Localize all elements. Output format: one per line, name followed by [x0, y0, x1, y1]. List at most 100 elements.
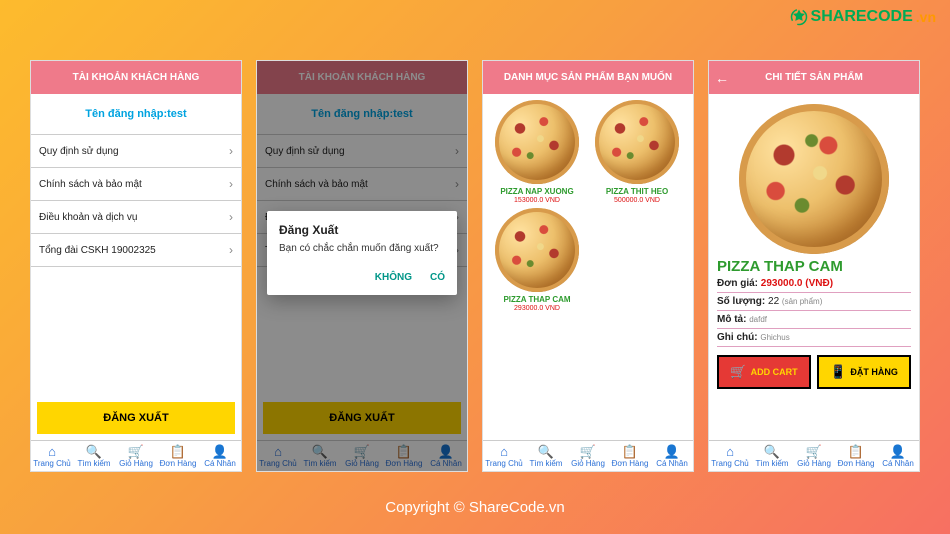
header-title: TÀI KHOẢN KHÁCH HÀNG	[31, 61, 241, 94]
orders-icon: 📋	[170, 445, 186, 458]
product-price: 293000.0 VND	[489, 305, 585, 312]
nav-label: Cá Nhân	[204, 459, 236, 468]
home-icon: ⌂	[500, 445, 508, 458]
qty-label: Số lượng:	[717, 296, 765, 307]
nav-label: Đơn Hàng	[838, 459, 875, 468]
nav-orders[interactable]: 📋Đơn Hàng	[609, 441, 651, 471]
nav-search[interactable]: 🔍Tìm kiếm	[73, 441, 115, 471]
nav-label: Giỏ Hàng	[119, 459, 153, 468]
screen-account: TÀI KHOẢN KHÁCH HÀNG Tên đăng nhập:test …	[30, 60, 242, 472]
nav-profile[interactable]: 👤Cá Nhân	[877, 441, 919, 471]
product-image	[495, 208, 579, 292]
screen-account-dialog: TÀI KHOẢN KHÁCH HÀNG Tên đăng nhập:test …	[256, 60, 468, 472]
price-line: Đơn giá: 293000.0 (VNĐ)	[717, 275, 911, 293]
menu-item-label: Quy định sử dụng	[39, 146, 119, 157]
nav-cart[interactable]: 🛒Giỏ Hàng	[793, 441, 835, 471]
price-value: 293000.0	[761, 278, 803, 289]
nav-label: Giỏ Hàng	[571, 459, 605, 468]
nav-label: Trang Chủ	[33, 459, 71, 468]
menu-item-label: Tổng đài CSKH 19002325	[39, 245, 156, 256]
menu-item-label: Chính sách và bảo mật	[39, 179, 142, 190]
logout-dialog: Đăng Xuất Bạn có chắc chắn muốn đăng xuấ…	[267, 211, 457, 295]
profile-icon: 👤	[212, 445, 228, 458]
screen-detail: ← CHI TIẾT SẢN PHẨM PIZZA THAP CAM Đơn g…	[708, 60, 920, 472]
menu-item-label: Điều khoản và dịch vụ	[39, 212, 137, 223]
product-name: PIZZA THAP CAM	[717, 258, 911, 275]
product-image	[495, 100, 579, 184]
desc-line: Mô tả: dafdf	[717, 311, 911, 329]
nav-orders[interactable]: 📋Đơn Hàng	[835, 441, 877, 471]
logout-button[interactable]: ĐĂNG XUẤT	[37, 402, 235, 434]
chevron-right-icon: ›	[229, 144, 233, 158]
profile-icon: 👤	[664, 445, 680, 458]
nav-label: Tìm kiếm	[78, 459, 111, 468]
cart-icon: 🛒	[580, 445, 596, 458]
nav-label: Đơn Hàng	[160, 459, 197, 468]
header-title: DANH MỤC SẢN PHẨM BẠN MUỐN	[483, 61, 693, 94]
nav-home[interactable]: ⌂Trang Chủ	[709, 441, 751, 471]
home-icon: ⌂	[48, 445, 56, 458]
header-title: ← CHI TIẾT SẢN PHẨM	[709, 61, 919, 94]
product-price: 153000.0 VND	[489, 197, 585, 204]
nav-label: Đơn Hàng	[612, 459, 649, 468]
bottom-nav: ⌂Trang Chủ 🔍Tìm kiếm 🛒Giỏ Hàng 📋Đơn Hàng…	[709, 440, 919, 471]
header-text: CHI TIẾT SẢN PHẨM	[765, 72, 863, 83]
chevron-right-icon: ›	[229, 210, 233, 224]
price-label: Đơn giá:	[717, 278, 758, 289]
dialog-title: Đăng Xuất	[279, 223, 445, 237]
nav-home[interactable]: ⌂Trang Chủ	[483, 441, 525, 471]
menu-item-tos[interactable]: Điều khoản và dịch vụ ›	[31, 201, 241, 234]
order-button[interactable]: 📱 ĐẶT HÀNG	[817, 355, 911, 389]
brand-name: SHARECODE	[811, 8, 913, 26]
add-cart-button[interactable]: 🛒 ADD CART	[717, 355, 811, 389]
search-icon: 🔍	[764, 445, 780, 458]
product-card[interactable]: PIZZA NAP XUONG 153000.0 VND	[489, 100, 585, 204]
product-name: PIZZA THIT HEO	[589, 187, 685, 196]
nav-label: Tìm kiếm	[756, 459, 789, 468]
desc-value: dafdf	[749, 315, 767, 324]
logo-icon	[790, 8, 808, 26]
nav-label: Trang Chủ	[711, 459, 749, 468]
nav-search[interactable]: 🔍Tìm kiếm	[751, 441, 793, 471]
note-value: Ghichus	[760, 333, 789, 342]
product-card[interactable]: PIZZA THAP CAM 293000.0 VND	[489, 208, 585, 312]
product-image-large	[739, 104, 889, 254]
qty-line: Số lượng: 22 (sản phẩm)	[717, 293, 911, 311]
nav-cart[interactable]: 🛒Giỏ Hàng	[115, 441, 157, 471]
button-label: ADD CART	[751, 367, 798, 377]
back-icon[interactable]: ←	[715, 70, 729, 86]
nav-label: Trang Chủ	[485, 459, 523, 468]
copyright: Copyright © ShareCode.vn	[0, 499, 950, 516]
product-image	[595, 100, 679, 184]
dialog-no-button[interactable]: KHÔNG	[375, 272, 412, 283]
nav-label: Giỏ Hàng	[797, 459, 831, 468]
product-price: 500000.0 VND	[589, 197, 685, 204]
button-label: ĐẶT HÀNG	[850, 367, 898, 377]
desc-label: Mô tả:	[717, 314, 746, 325]
menu-item-hotline[interactable]: Tổng đài CSKH 19002325 ›	[31, 234, 241, 267]
nav-search[interactable]: 🔍Tìm kiếm	[525, 441, 567, 471]
nav-orders[interactable]: 📋Đơn Hàng	[157, 441, 199, 471]
cart-icon: 🛒	[806, 445, 822, 458]
username-line: Tên đăng nhập:test	[31, 94, 241, 134]
product-card[interactable]: PIZZA THIT HEO 500000.0 VND	[589, 100, 685, 204]
profile-icon: 👤	[890, 445, 906, 458]
note-label: Ghi chú:	[717, 332, 758, 343]
product-name: PIZZA NAP XUONG	[489, 187, 585, 196]
nav-cart[interactable]: 🛒Giỏ Hàng	[567, 441, 609, 471]
nav-home[interactable]: ⌂Trang Chủ	[31, 441, 73, 471]
cart-icon: 🛒	[730, 364, 746, 380]
dialog-yes-button[interactable]: CÓ	[430, 272, 445, 283]
menu-item-terms[interactable]: Quy định sử dụng ›	[31, 135, 241, 168]
nav-profile[interactable]: 👤Cá Nhân	[651, 441, 693, 471]
qty-unit: (sản phẩm)	[782, 297, 822, 306]
nav-profile[interactable]: 👤Cá Nhân	[199, 441, 241, 471]
product-name: PIZZA THAP CAM	[489, 295, 585, 304]
search-icon: 🔍	[538, 445, 554, 458]
search-icon: 🔍	[86, 445, 102, 458]
menu-item-privacy[interactable]: Chính sách và bảo mật›	[31, 168, 241, 201]
screen-catalog: DANH MỤC SẢN PHẨM BẠN MUỐN PIZZA NAP XUO…	[482, 60, 694, 472]
cart-icon: 🛒	[128, 445, 144, 458]
chevron-right-icon: ›	[229, 243, 233, 257]
orders-icon: 📋	[848, 445, 864, 458]
